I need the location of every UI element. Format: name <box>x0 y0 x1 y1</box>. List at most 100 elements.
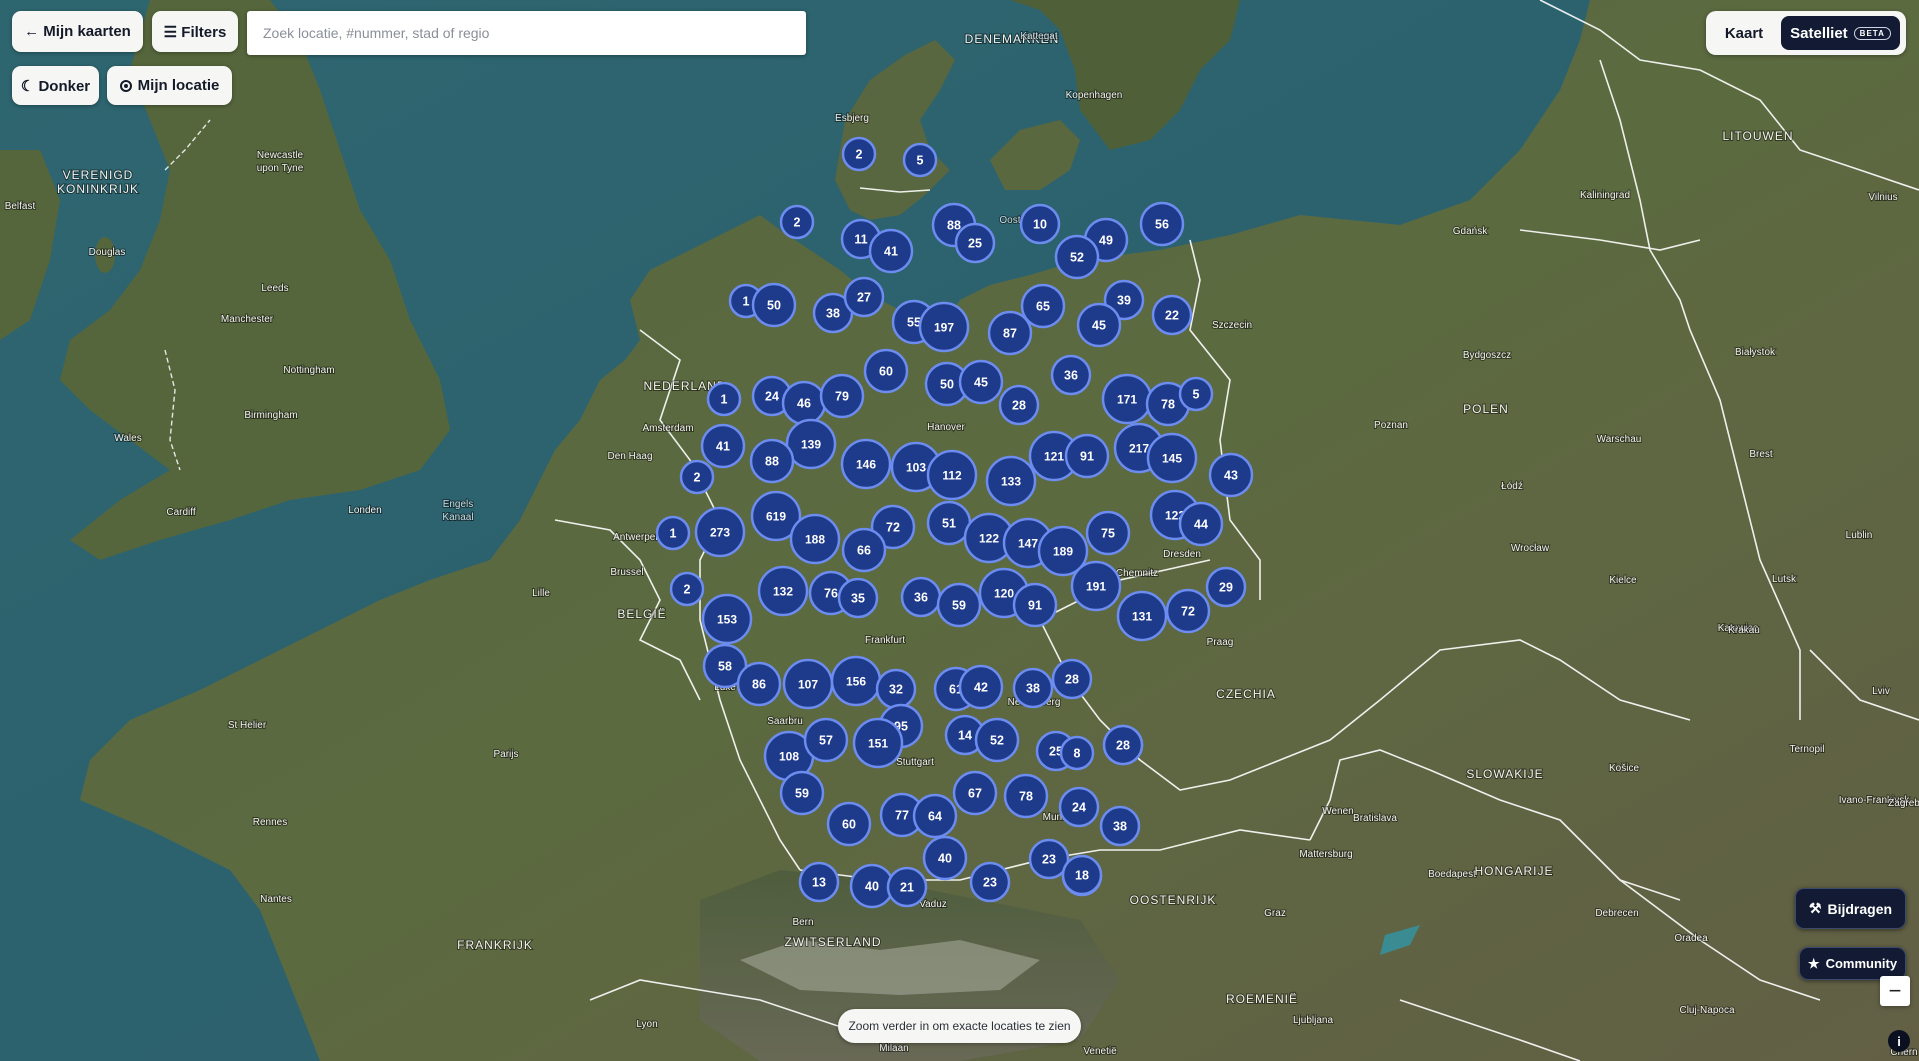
cluster-marker[interactable]: 133 <box>985 455 1037 507</box>
cluster-marker[interactable]: 44 <box>1178 501 1224 547</box>
cluster-marker[interactable]: 36 <box>1050 354 1092 396</box>
cluster-marker[interactable]: 64 <box>912 793 958 839</box>
cluster-marker[interactable]: 131 <box>1116 590 1168 642</box>
city-label: Ternopil <box>1789 744 1824 755</box>
cluster-marker[interactable]: 151 <box>852 717 904 769</box>
cluster-marker[interactable]: 1 <box>655 515 691 551</box>
map-view-option[interactable]: Kaart <box>1714 17 1774 49</box>
city-label: Douglas <box>89 247 126 258</box>
cluster-marker[interactable]: 29 <box>1205 566 1247 608</box>
cluster-marker[interactable]: 38 <box>1012 667 1054 709</box>
cluster-marker[interactable]: 59 <box>779 770 825 816</box>
cluster-marker[interactable]: 1 <box>706 381 742 417</box>
satellite-view-option[interactable]: Satelliet BETA <box>1781 16 1900 50</box>
cluster-marker[interactable]: 107 <box>782 658 834 710</box>
cluster-marker[interactable]: 23 <box>969 861 1011 903</box>
my-location-button[interactable]: Mijn locatie <box>107 66 232 105</box>
cluster-marker[interactable]: 35 <box>837 577 879 619</box>
cluster-marker[interactable]: 2 <box>779 204 815 240</box>
search-input[interactable] <box>261 24 806 42</box>
cluster-marker[interactable]: 28 <box>1051 658 1093 700</box>
cluster-marker[interactable]: 28 <box>998 384 1040 426</box>
cluster-marker[interactable]: 8 <box>1059 735 1095 771</box>
attribution-info-button[interactable]: i <box>1888 1030 1910 1052</box>
cluster-marker[interactable]: 188 <box>789 513 841 565</box>
cluster-marker[interactable]: 273 <box>694 506 746 558</box>
cluster-marker[interactable]: 27 <box>843 276 885 318</box>
city-label: Wenen <box>1322 806 1354 817</box>
cluster-marker[interactable]: 43 <box>1208 452 1254 498</box>
cluster-marker[interactable]: 88 <box>749 438 795 484</box>
cluster-marker[interactable]: 91 <box>1012 582 1058 628</box>
cluster-marker[interactable]: 52 <box>1054 234 1100 280</box>
cluster-marker[interactable]: 25 <box>954 222 996 264</box>
cluster-marker[interactable]: 60 <box>826 801 872 847</box>
satellite-map[interactable]: DENEMARKENKattegatKopenhagenOostzeeEsbje… <box>0 0 1919 1061</box>
cluster-marker[interactable]: 32 <box>875 668 917 710</box>
cluster-marker[interactable]: 79 <box>819 373 865 419</box>
cluster-marker[interactable]: 197 <box>918 301 970 353</box>
cluster-marker[interactable]: 21 <box>886 866 928 908</box>
cluster-marker[interactable]: 66 <box>841 527 887 573</box>
cluster-marker[interactable]: 145 <box>1146 432 1198 484</box>
cluster-marker[interactable]: 41 <box>868 228 914 274</box>
cluster-marker[interactable]: 132 <box>757 565 809 617</box>
cluster-marker[interactable]: 191 <box>1070 560 1122 612</box>
cluster-marker[interactable]: 65 <box>1020 283 1066 329</box>
map-type-toggle: Kaart Satelliet BETA <box>1706 11 1906 55</box>
cluster-marker[interactable]: 10 <box>1019 203 1061 245</box>
cluster-marker[interactable]: 78 <box>1003 773 1049 819</box>
cluster-marker[interactable]: 45 <box>1076 302 1122 348</box>
cluster-marker[interactable]: 171 <box>1101 373 1153 425</box>
cluster-marker[interactable]: 2 <box>679 459 715 495</box>
filters-button[interactable]: ☰ Filters <box>152 11 238 52</box>
cluster-count: 23 <box>1042 853 1056 867</box>
cluster-marker[interactable]: 153 <box>701 593 753 645</box>
cluster-marker[interactable]: 112 <box>926 449 978 501</box>
cluster-marker[interactable]: 51 <box>926 500 972 546</box>
cluster-count: 23 <box>983 876 997 890</box>
cluster-marker[interactable]: 5 <box>902 142 938 178</box>
cluster-marker[interactable]: 40 <box>849 863 895 909</box>
cluster-marker[interactable]: 146 <box>840 438 892 490</box>
country-label: SLOWAKIJE <box>1466 767 1543 781</box>
cluster-marker[interactable]: 57 <box>803 717 849 763</box>
cluster-marker[interactable]: 42 <box>958 664 1004 710</box>
cluster-marker[interactable]: 91 <box>1064 433 1110 479</box>
cluster-marker[interactable]: 67 <box>952 770 998 816</box>
city-label: Gdańsk <box>1453 226 1488 237</box>
cluster-marker[interactable]: 22 <box>1151 294 1193 336</box>
cluster-count: 59 <box>952 599 966 613</box>
cluster-count: 56 <box>1155 218 1169 232</box>
cluster-marker[interactable]: 41 <box>700 423 746 469</box>
cluster-marker[interactable]: 60 <box>863 348 909 394</box>
cluster-marker[interactable]: 56 <box>1139 201 1185 247</box>
cluster-marker[interactable]: 50 <box>751 282 797 328</box>
cluster-marker[interactable]: 59 <box>936 582 982 628</box>
cluster-marker[interactable]: 52 <box>974 717 1020 763</box>
cluster-marker[interactable]: 36 <box>900 576 942 618</box>
cluster-marker[interactable]: 5 <box>1178 376 1214 412</box>
cluster-count: 14 <box>958 729 972 743</box>
cluster-marker[interactable]: 75 <box>1085 510 1131 556</box>
cluster-marker[interactable]: 86 <box>736 661 782 707</box>
cluster-marker[interactable]: 38 <box>1099 805 1141 847</box>
cluster-marker[interactable]: 2 <box>841 136 877 172</box>
city-label: Graz <box>1264 908 1286 919</box>
cluster-count: 18 <box>1075 869 1089 883</box>
zoom-out-button[interactable]: − <box>1880 976 1910 1006</box>
cluster-marker[interactable]: 13 <box>798 861 840 903</box>
cluster-marker[interactable]: 24 <box>1058 786 1100 828</box>
cluster-marker[interactable]: 72 <box>1165 588 1211 634</box>
cluster-marker[interactable]: 45 <box>958 359 1004 405</box>
cluster-marker[interactable]: 46 <box>781 380 827 426</box>
cluster-marker[interactable]: 28 <box>1102 724 1144 766</box>
back-to-my-maps-button[interactable]: ← Mijn kaarten <box>12 11 143 52</box>
cluster-marker[interactable]: 2 <box>669 571 705 607</box>
dark-mode-button[interactable]: ☾ Donker <box>12 66 99 105</box>
city-label: Kaliningrad <box>1580 190 1630 201</box>
cluster-marker[interactable]: 18 <box>1061 854 1103 896</box>
contribute-button[interactable]: ⚒ Bijdragen <box>1795 888 1906 929</box>
cluster-marker[interactable]: 156 <box>830 655 882 707</box>
cluster-marker[interactable]: 40 <box>922 835 968 881</box>
